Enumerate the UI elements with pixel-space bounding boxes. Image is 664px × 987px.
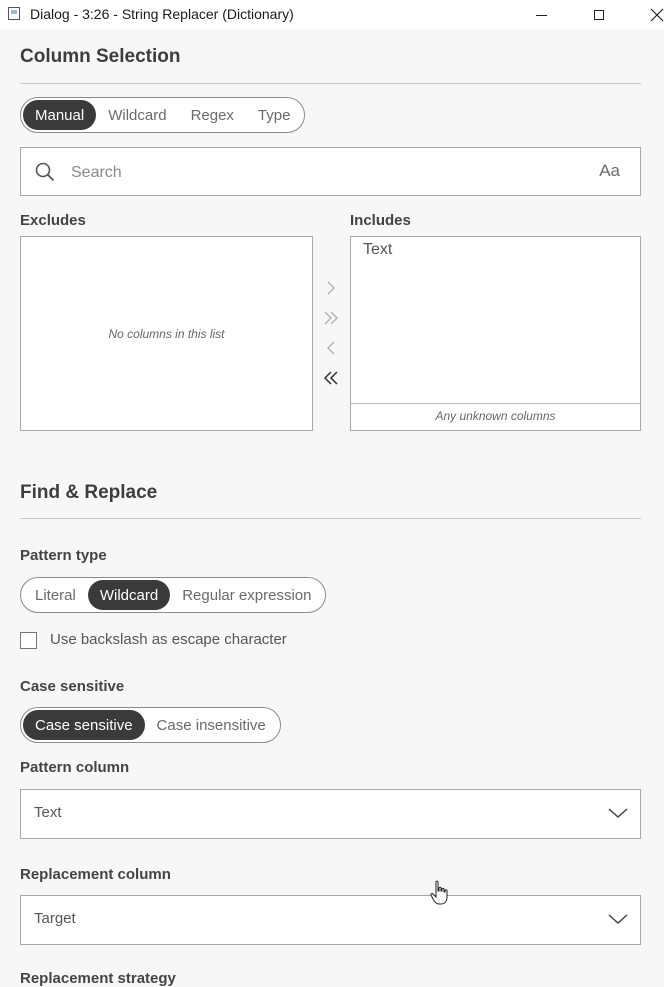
chevron-down-icon (608, 914, 628, 925)
column-selection-title: Column Selection (20, 46, 181, 67)
close-button[interactable] (634, 0, 664, 30)
section-divider (20, 518, 641, 519)
app-icon (8, 7, 20, 20)
pattern-column-value: Text (34, 804, 62, 821)
maximize-icon (594, 10, 604, 20)
escape-checkbox-label[interactable]: Use backslash as escape character (50, 631, 287, 648)
case-sensitive-option[interactable]: Case sensitive (23, 710, 145, 740)
search-icon (35, 162, 55, 182)
title-bar: Dialog - 3:26 - String Replacer (Diction… (0, 0, 664, 30)
dialog-content: Column Selection Manual Wildcard Regex T… (0, 30, 664, 987)
pattern-type-toggle: Literal Wildcard Regular expression (20, 577, 327, 613)
move-right-button[interactable] (320, 277, 342, 299)
column-search: Aa (20, 147, 641, 197)
move-all-left-button[interactable] (320, 367, 342, 389)
window-title: Dialog - 3:26 - String Replacer (Diction… (30, 6, 294, 22)
replacement-column-dropdown[interactable]: Target (20, 895, 641, 945)
mode-wildcard[interactable]: Wildcard (96, 100, 178, 130)
close-icon (650, 8, 664, 22)
move-all-right-button[interactable] (320, 307, 342, 329)
chevron-left-icon (327, 341, 335, 355)
replacement-column-value: Target (34, 910, 76, 927)
pattern-literal[interactable]: Literal (23, 580, 88, 610)
selection-mode-toggle: Manual Wildcard Regex Type (20, 97, 306, 133)
case-insensitive-option[interactable]: Case insensitive (145, 710, 278, 740)
hand-cursor-icon (430, 880, 448, 905)
excludes-label: Excludes (20, 212, 86, 229)
case-sensitivity-toggle[interactable]: Aa (599, 161, 620, 181)
pattern-column-label: Pattern column (20, 759, 130, 776)
chevron-down-icon (608, 808, 628, 819)
pattern-wildcard[interactable]: Wildcard (87, 580, 171, 610)
replacement-column-label: Replacement column (20, 866, 171, 883)
includes-label: Includes (350, 212, 411, 229)
pattern-column-dropdown[interactable]: Text (20, 789, 641, 839)
search-input[interactable] (69, 148, 573, 197)
unknown-columns-row[interactable]: Any unknown columns (351, 403, 640, 430)
excludes-list[interactable]: No columns in this list (20, 236, 313, 431)
find-replace-title: Find & Replace (20, 482, 158, 503)
mode-regex[interactable]: Regex (179, 100, 246, 130)
pattern-regex[interactable]: Regular expression (170, 580, 323, 610)
minimize-button[interactable] (518, 0, 564, 30)
pattern-type-label: Pattern type (20, 547, 107, 564)
double-chevron-right-icon (324, 311, 338, 325)
double-chevron-left-icon (323, 371, 338, 385)
escape-checkbox[interactable] (20, 632, 37, 649)
move-left-button[interactable] (320, 337, 342, 359)
case-sensitivity-selector: Case sensitive Case insensitive (20, 707, 281, 743)
maximize-button[interactable] (576, 0, 622, 30)
mode-manual[interactable]: Manual (23, 100, 97, 130)
chevron-right-icon (327, 281, 335, 295)
empty-list-message: No columns in this list (108, 327, 225, 341)
section-divider (20, 83, 641, 84)
list-item[interactable]: Text (363, 241, 392, 259)
mode-type[interactable]: Type (246, 100, 303, 130)
minimize-icon (535, 14, 547, 16)
case-sensitive-label: Case sensitive (20, 678, 125, 695)
includes-list[interactable]: Text Any unknown columns (350, 236, 641, 431)
